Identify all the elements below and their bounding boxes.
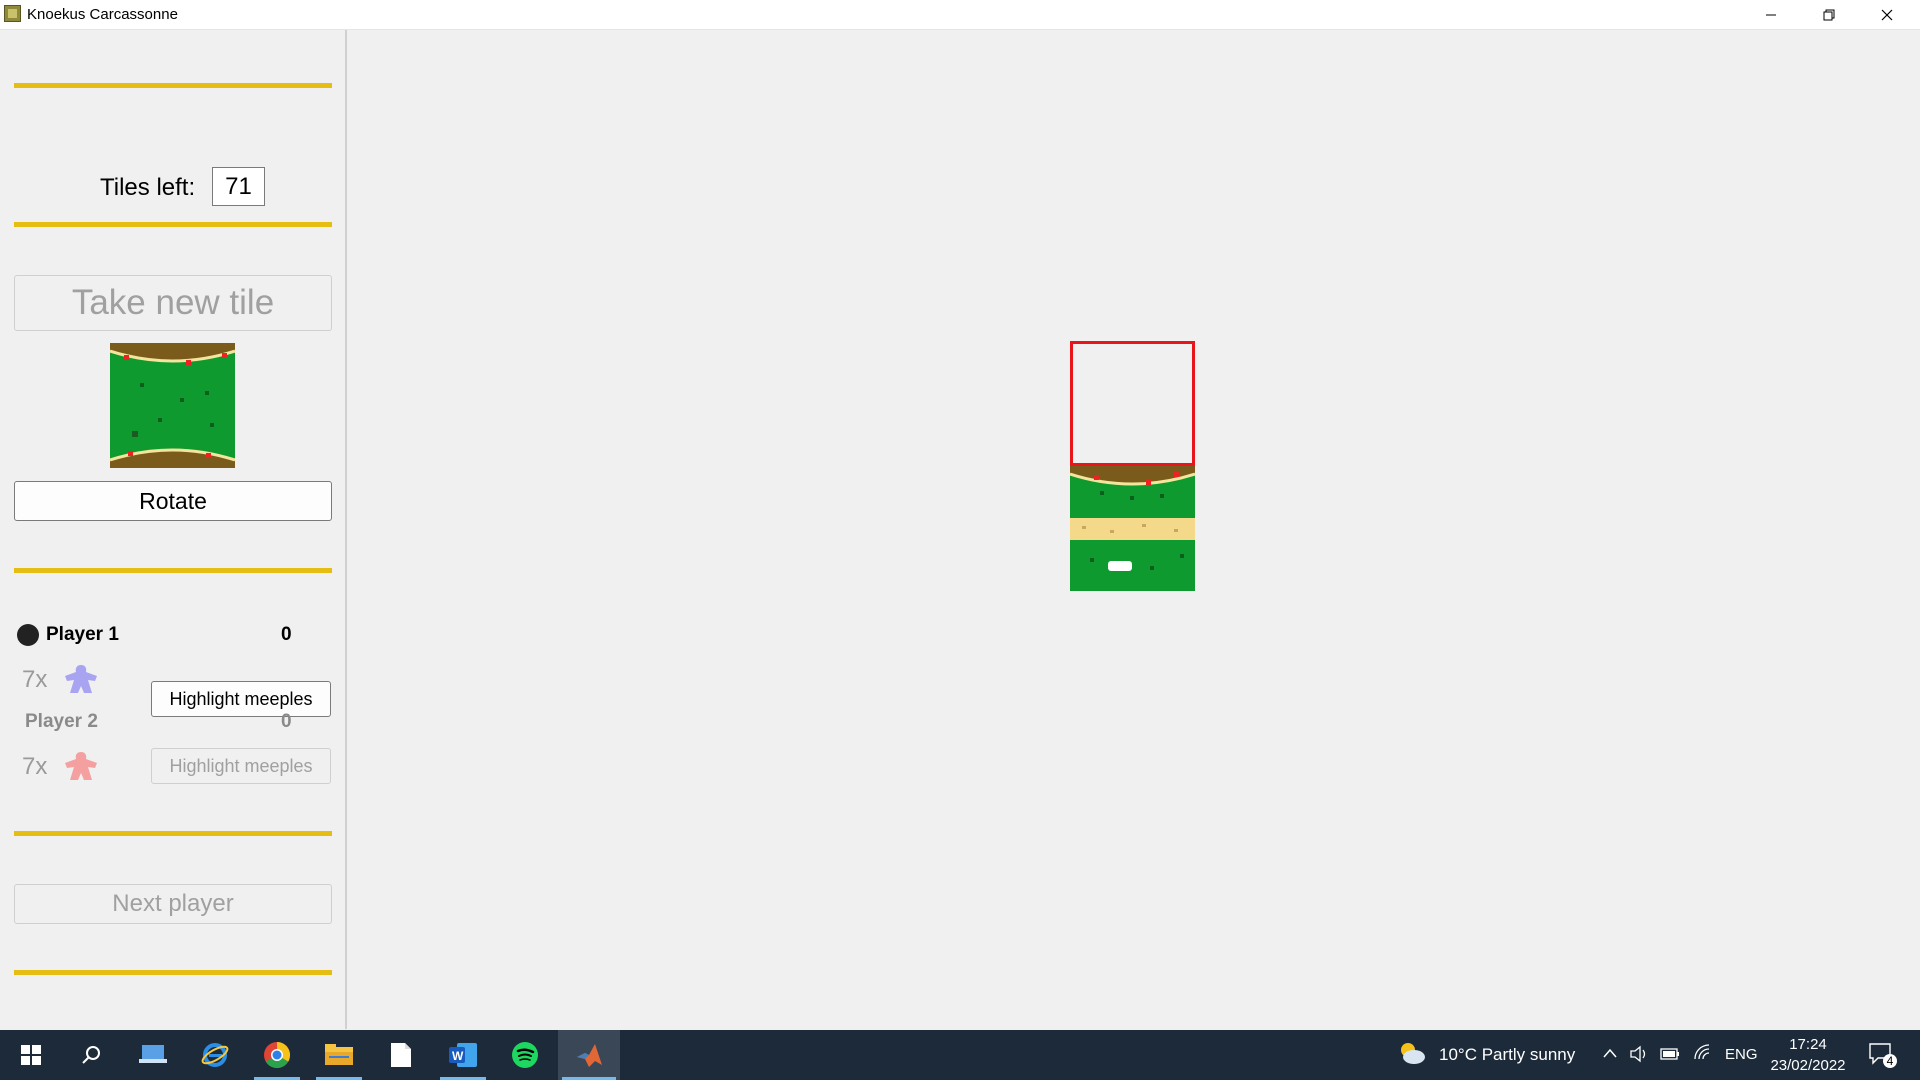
player-1-score: 0 bbox=[281, 624, 292, 645]
start-button[interactable] bbox=[0, 1030, 62, 1080]
player-2-meeple-count: 7x bbox=[22, 753, 48, 780]
take-new-tile-button[interactable]: Take new tile bbox=[14, 275, 332, 331]
current-tile-preview bbox=[110, 343, 235, 468]
taskbar-app[interactable] bbox=[122, 1030, 184, 1080]
search-icon bbox=[82, 1046, 100, 1064]
remote-desktop-icon bbox=[139, 1045, 167, 1063]
close-icon bbox=[1881, 9, 1893, 20]
next-player-button[interactable]: Next player bbox=[14, 884, 332, 924]
spotify-icon bbox=[512, 1042, 538, 1068]
restore-button[interactable] bbox=[1800, 0, 1858, 29]
word-icon: W bbox=[449, 1043, 477, 1067]
internet-explorer-icon bbox=[201, 1043, 229, 1067]
app-icon bbox=[4, 5, 21, 22]
clock-time: 17:24 bbox=[1789, 1036, 1827, 1053]
taskbar-app[interactable] bbox=[370, 1030, 432, 1080]
player-1-meeple-count: 7x bbox=[22, 666, 48, 693]
player-2-name: Player 2 bbox=[25, 711, 98, 732]
close-button[interactable] bbox=[1858, 0, 1916, 29]
restore-icon bbox=[1823, 9, 1835, 20]
control-panel: Tiles left: 71 Take new tile Rotate Play… bbox=[0, 30, 347, 1029]
start-icon bbox=[21, 1045, 41, 1065]
divider bbox=[14, 222, 332, 227]
weather-text[interactable]: 10°C Partly sunny bbox=[1439, 1045, 1575, 1065]
svg-text:W: W bbox=[452, 1049, 464, 1063]
file-explorer-icon bbox=[325, 1044, 353, 1065]
rotate-button[interactable]: Rotate bbox=[14, 481, 332, 521]
tile-placement-highlight[interactable] bbox=[1070, 341, 1195, 466]
taskbar-app[interactable] bbox=[558, 1030, 620, 1080]
road-tile bbox=[1070, 516, 1195, 591]
chevron-up-icon[interactable] bbox=[1603, 1047, 1617, 1059]
tiles-left-label: Tiles left: bbox=[100, 174, 196, 201]
battery-icon[interactable] bbox=[1660, 1047, 1680, 1061]
clock[interactable]: 17:24 23/02/2022 bbox=[1760, 1034, 1856, 1076]
volume-icon[interactable] bbox=[1630, 1044, 1648, 1064]
player-2-highlight-meeples-button[interactable]: Highlight meeples bbox=[151, 748, 331, 784]
meeple-icon bbox=[65, 665, 97, 693]
minimize-icon bbox=[1766, 14, 1776, 15]
wifi-icon[interactable] bbox=[1693, 1044, 1713, 1062]
tiles-left-value: 71 bbox=[212, 167, 265, 206]
language-indicator[interactable]: ENG bbox=[1725, 1046, 1758, 1063]
weather-icon bbox=[1401, 1043, 1425, 1064]
taskbar-app[interactable] bbox=[246, 1030, 308, 1080]
matlab-icon bbox=[577, 1044, 602, 1067]
notification-count: 4 bbox=[1886, 1054, 1894, 1068]
title-bar: Knoekus Carcassonne bbox=[0, 0, 1920, 30]
player-1-name: Player 1 bbox=[46, 624, 119, 645]
active-player-indicator bbox=[17, 624, 39, 646]
chrome-icon bbox=[264, 1041, 291, 1069]
player-2-score: 0 bbox=[281, 711, 292, 732]
window-title: Knoekus Carcassonne bbox=[27, 6, 178, 23]
taskbar-app[interactable] bbox=[494, 1030, 556, 1080]
search-button[interactable] bbox=[60, 1030, 122, 1080]
taskbar-app[interactable] bbox=[308, 1030, 370, 1080]
taskbar-app[interactable] bbox=[184, 1030, 246, 1080]
divider bbox=[14, 83, 332, 88]
minimize-button[interactable] bbox=[1742, 0, 1800, 29]
player-1-highlight-meeples-button[interactable]: Highlight meeples bbox=[151, 681, 331, 717]
taskbar: W 10°C Partly sunny ENG 4 bbox=[0, 1030, 1920, 1080]
document-icon bbox=[391, 1043, 411, 1067]
divider bbox=[14, 568, 332, 573]
divider bbox=[14, 831, 332, 836]
divider bbox=[14, 970, 332, 975]
taskbar-app[interactable]: W bbox=[432, 1030, 494, 1080]
clock-date: 23/02/2022 bbox=[1770, 1057, 1846, 1074]
meeple-icon bbox=[65, 752, 97, 780]
